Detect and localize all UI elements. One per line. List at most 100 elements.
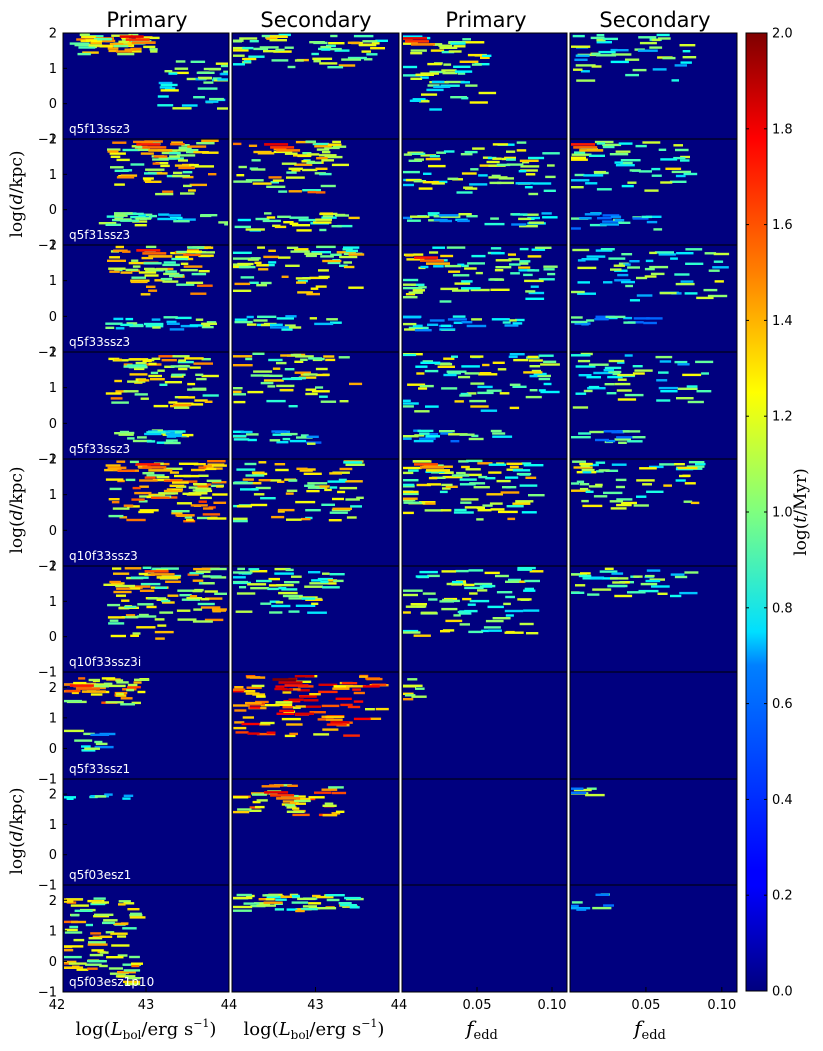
- heatmap-cell: [440, 324, 452, 327]
- heatmap-cell: [257, 246, 265, 249]
- heatmap-cell: [127, 683, 138, 687]
- heatmap-cell: [685, 262, 704, 265]
- heatmap-cell: [171, 374, 182, 377]
- heatmap-cell: [470, 168, 479, 171]
- heatmap-cell: [615, 150, 631, 153]
- heatmap-cell: [132, 632, 141, 635]
- heatmap-cell: [571, 904, 579, 908]
- heatmap-cell: [157, 95, 169, 98]
- heatmap-cell: [443, 373, 457, 377]
- heatmap-cell: [470, 355, 484, 358]
- heatmap-cell: [439, 490, 448, 494]
- heatmap-cell: [362, 40, 378, 43]
- heatmap-cell: [233, 364, 253, 367]
- heatmap-cell: [155, 586, 168, 589]
- heatmap-cell: [512, 213, 528, 216]
- heatmap-cell: [403, 402, 419, 405]
- heatmap-cell: [451, 474, 470, 477]
- heatmap-cell: [708, 269, 720, 272]
- heatmap-cell: [64, 966, 84, 969]
- heatmap-cell: [490, 429, 502, 433]
- y-tick-label: 2: [49, 894, 57, 909]
- heatmap-cell: [306, 153, 320, 156]
- heatmap-cell: [573, 68, 583, 71]
- heatmap-cell: [675, 174, 686, 178]
- panel-label-6: q10f33ssz3i: [69, 655, 141, 669]
- heatmap-cell: [207, 460, 226, 463]
- heatmap-cell: [598, 50, 616, 54]
- heatmap-cell: [114, 212, 133, 215]
- heatmap-cell: [426, 483, 441, 486]
- heatmap-cell: [659, 360, 672, 363]
- heatmap-hotspot-cell: [75, 687, 100, 690]
- heatmap-cell: [87, 967, 98, 970]
- heatmap-cell: [547, 164, 555, 167]
- heatmap-cell: [286, 171, 297, 174]
- heatmap-cell: [127, 686, 141, 689]
- heatmap-cell: [129, 373, 148, 376]
- heatmap-cell: [682, 50, 691, 53]
- heatmap-cell: [452, 315, 466, 318]
- heatmap-cell: [341, 58, 361, 61]
- heatmap-cell: [144, 274, 159, 277]
- heatmap-cell: [617, 273, 629, 277]
- heatmap-cell: [651, 585, 670, 588]
- heatmap-cell: [515, 182, 534, 185]
- heatmap-cell: [109, 256, 120, 259]
- heatmap-cell: [314, 791, 332, 794]
- heatmap-cell: [345, 249, 358, 252]
- heatmap-cell: [142, 566, 152, 569]
- heatmap-cell: [467, 603, 476, 606]
- heatmap-cell: [140, 397, 149, 400]
- heatmap-cell: [461, 172, 477, 175]
- heatmap-cell: [251, 471, 265, 474]
- heatmap-cell: [69, 925, 79, 929]
- heatmap-cell: [627, 591, 646, 594]
- heatmap-cell: [263, 255, 279, 259]
- heatmap-cell: [506, 163, 524, 166]
- heatmap-cell: [534, 246, 552, 249]
- heatmap-cell: [506, 150, 516, 153]
- heatmap-cell: [581, 499, 589, 503]
- heatmap-cell: [403, 479, 419, 482]
- panel-background-8-2: [402, 885, 567, 992]
- heatmap-cell: [233, 896, 253, 900]
- heatmap-cell: [475, 271, 483, 275]
- heatmap-cell: [320, 400, 337, 403]
- heatmap-cell: [266, 216, 276, 219]
- heatmap-cell: [308, 571, 321, 574]
- heatmap-cell: [234, 282, 251, 286]
- panel-label-1: q5f13ssz3: [69, 122, 130, 136]
- y-tick-label: 1: [49, 488, 57, 503]
- colorbar-tick-label: 1.2: [772, 410, 793, 425]
- heatmap-cell: [101, 677, 116, 680]
- heatmap-cell: [319, 172, 332, 176]
- heatmap-cell: [246, 323, 257, 326]
- heatmap-cell: [252, 352, 265, 355]
- heatmap-cell: [506, 486, 517, 489]
- heatmap-cell: [285, 804, 295, 807]
- heatmap-cell: [589, 430, 604, 434]
- heatmap-cell: [117, 935, 127, 938]
- heatmap-cell: [437, 365, 455, 368]
- heatmap-cell: [137, 436, 147, 439]
- heatmap-cell: [410, 215, 430, 218]
- heatmap-cell: [263, 379, 284, 382]
- heatmap-cell: [299, 695, 317, 698]
- heatmap-cell: [578, 432, 591, 435]
- heatmap-cell: [457, 219, 470, 223]
- heatmap-cell: [126, 518, 146, 522]
- heatmap-cell: [198, 500, 207, 503]
- heatmap-cell: [322, 572, 330, 575]
- heatmap-cell: [193, 608, 203, 611]
- heatmap-cell: [572, 406, 589, 409]
- colorbar-tick-label: 0.2: [772, 889, 793, 904]
- heatmap-cell: [280, 432, 298, 436]
- heatmap-cell: [250, 257, 261, 260]
- heatmap-cell: [263, 901, 283, 904]
- heatmap-cell: [409, 99, 421, 102]
- heatmap-cell: [614, 161, 623, 164]
- heatmap-cell: [505, 595, 515, 599]
- heatmap-cell: [677, 363, 690, 366]
- heatmap-cell: [403, 278, 419, 282]
